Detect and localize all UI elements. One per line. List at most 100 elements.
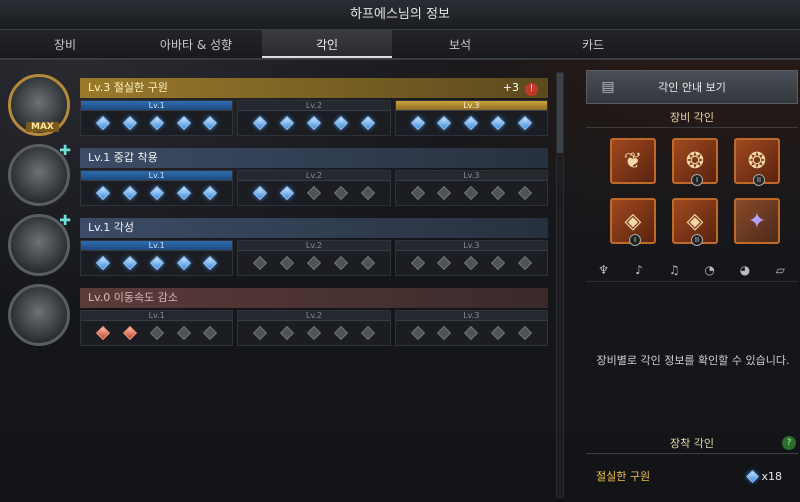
gem-icon [746, 469, 760, 483]
level-label: Lv.1 [81, 101, 233, 111]
engraving-point-gem [437, 185, 452, 201]
earring-slot-2[interactable]: ❂ II [734, 138, 780, 186]
equipped-engraving-title: 장착 각인 [586, 434, 798, 454]
engraving-point-gem [203, 255, 218, 271]
level-label: Lv.2 [238, 171, 390, 181]
engraving-point-gem [176, 255, 191, 271]
level-track: Lv.1 Lv.2 Lv.3 [80, 310, 548, 346]
necklace-filter-icon[interactable]: ♆ [591, 260, 617, 280]
engraving-name: Lv.1 각성 [88, 221, 135, 234]
engraving-point-gem [280, 185, 295, 201]
engraving-point-gem [95, 115, 110, 131]
tab-avatar[interactable]: 아바타 & 성향 [130, 30, 262, 58]
engraving-point-gem [149, 115, 164, 131]
engraving-point-gem [253, 115, 268, 131]
engraving-guide-button[interactable]: ▤ 각인 안내 보기 [586, 70, 798, 104]
engraving-point-gem [95, 255, 110, 271]
guide-button-label: 각인 안내 보기 [658, 81, 726, 94]
level-label: Lv.3 [395, 311, 547, 321]
engraving-row[interactable]: ✚ Lv.1 각성 Lv.1 Lv.2 Lv.3 [8, 212, 548, 278]
stone-slot[interactable]: ✦ [734, 198, 780, 244]
tab-equipment[interactable]: 장비 [0, 30, 130, 58]
engraving-point-gem [280, 255, 295, 271]
engraving-point-gem [437, 255, 452, 271]
engraving-row[interactable]: MAX Lv.3 절실한 구원 +3! Lv.1 Lv.2 Lv.3 [8, 72, 548, 138]
engraving-point-gem [333, 325, 348, 341]
engraving-point-gem [203, 185, 218, 201]
ring-2-filter-icon[interactable]: ◕ [732, 260, 758, 280]
engraving-point-gem [464, 115, 479, 131]
engraving-point-gem [410, 255, 425, 271]
engraving-point-gem [306, 185, 322, 201]
necklace-icon: ❦ [623, 148, 643, 174]
engraving-icon: ✚ [8, 143, 71, 206]
level-segment: Lv.1 [80, 240, 234, 276]
engraving-point-gem [122, 115, 137, 131]
engraving-point-gem [491, 115, 506, 131]
gem-group [81, 181, 232, 205]
engraving-point-gem [410, 115, 425, 131]
tab-bar: 장비 아바타 & 성향 각인 보석 카드 [0, 30, 800, 60]
level-label: Lv.3 [395, 171, 547, 181]
level-segment: Lv.2 [237, 100, 391, 136]
engraving-point-gem [149, 255, 164, 271]
engraving-point-gem [95, 325, 110, 341]
ring-1-filter-icon[interactable]: ◔ [697, 260, 723, 280]
scrollbar[interactable] [556, 72, 564, 498]
tab-engraving[interactable]: 각인 [262, 30, 392, 58]
engraving-point-gem [360, 115, 375, 131]
engraving-point-gem [360, 255, 375, 271]
tab-gem[interactable]: 보석 [392, 30, 528, 58]
tab-card[interactable]: 카드 [528, 30, 658, 58]
equipped-engraving-count: x18 [746, 469, 782, 483]
engraving-point-gem [122, 185, 137, 201]
engraving-point-gem [149, 325, 164, 341]
engraving-point-gem [517, 325, 533, 341]
scrollbar-thumb[interactable] [557, 73, 563, 153]
engraving-icon [8, 284, 70, 346]
level-segment: Lv.1 [80, 170, 234, 206]
slot-filter-bar: ♆ ♪ ♫ ◔ ◕ ▱ [586, 258, 798, 282]
help-icon[interactable]: ? [782, 436, 796, 450]
ring-slot-1[interactable]: ◈ I [610, 198, 656, 246]
stone-filter-icon[interactable]: ▱ [767, 260, 793, 280]
ability-stone-icon: ✦ [747, 208, 767, 234]
engraving-bonus: +3! [503, 78, 538, 98]
right-panel: ▤ 각인 안내 보기 장비 각인 ❦ ❂ I ❂ II ◈ I ◈ II ✦ ♆ ♪ ♫… [586, 70, 800, 502]
gem-group [81, 251, 232, 275]
engraving-point-gem [410, 325, 425, 341]
engraving-point-gem [203, 325, 218, 341]
level-label: Lv.2 [238, 101, 390, 111]
engraving-point-gem [176, 185, 191, 201]
earring-slot-1[interactable]: ❂ I [672, 138, 718, 186]
max-badge: MAX [26, 122, 59, 132]
book-icon: ▤ [601, 79, 615, 95]
gem-group [81, 321, 232, 345]
equipped-count-value: x18 [761, 469, 782, 483]
necklace-slot[interactable]: ❦ [610, 138, 656, 184]
earring-2-filter-icon[interactable]: ♫ [661, 260, 687, 280]
ring-slot-2[interactable]: ◈ II [672, 198, 718, 246]
engraving-point-gem [333, 115, 348, 131]
equipment-slots: ❦ ❂ I ❂ II ◈ I ◈ II ✦ [610, 138, 780, 246]
engraving-name-bar: Lv.3 절실한 구원 +3! [80, 78, 548, 98]
engraving-name: Lv.3 절실한 구원 [88, 81, 168, 94]
info-text: 장비별로 각인 정보를 확인할 수 있습니다. [596, 354, 790, 367]
level-segment: Lv.2 [237, 170, 391, 206]
engraving-row[interactable]: Lv.0 이동속도 감소 Lv.1 Lv.2 Lv.3 [8, 282, 548, 348]
engraving-row[interactable]: ✚ Lv.1 중갑 착용 Lv.1 Lv.2 Lv.3 [8, 142, 548, 208]
engraving-point-gem [491, 255, 506, 271]
gem-group [396, 181, 547, 205]
alert-icon: ! [525, 83, 538, 96]
level-segment: Lv.3 [394, 240, 548, 276]
earring-1-filter-icon[interactable]: ♪ [626, 260, 652, 280]
engraving-point-gem [333, 255, 348, 271]
gem-group [396, 251, 547, 275]
level-label: Lv.3 [395, 101, 547, 111]
window-title: 하프에스님의 정보 [0, 0, 800, 30]
engraving-point-gem [360, 185, 375, 201]
engraving-point-gem [491, 185, 506, 201]
level-segment: Lv.3 [394, 170, 548, 206]
engraving-name: Lv.0 이동속도 감소 [88, 291, 178, 304]
engraving-point-gem [122, 325, 137, 341]
